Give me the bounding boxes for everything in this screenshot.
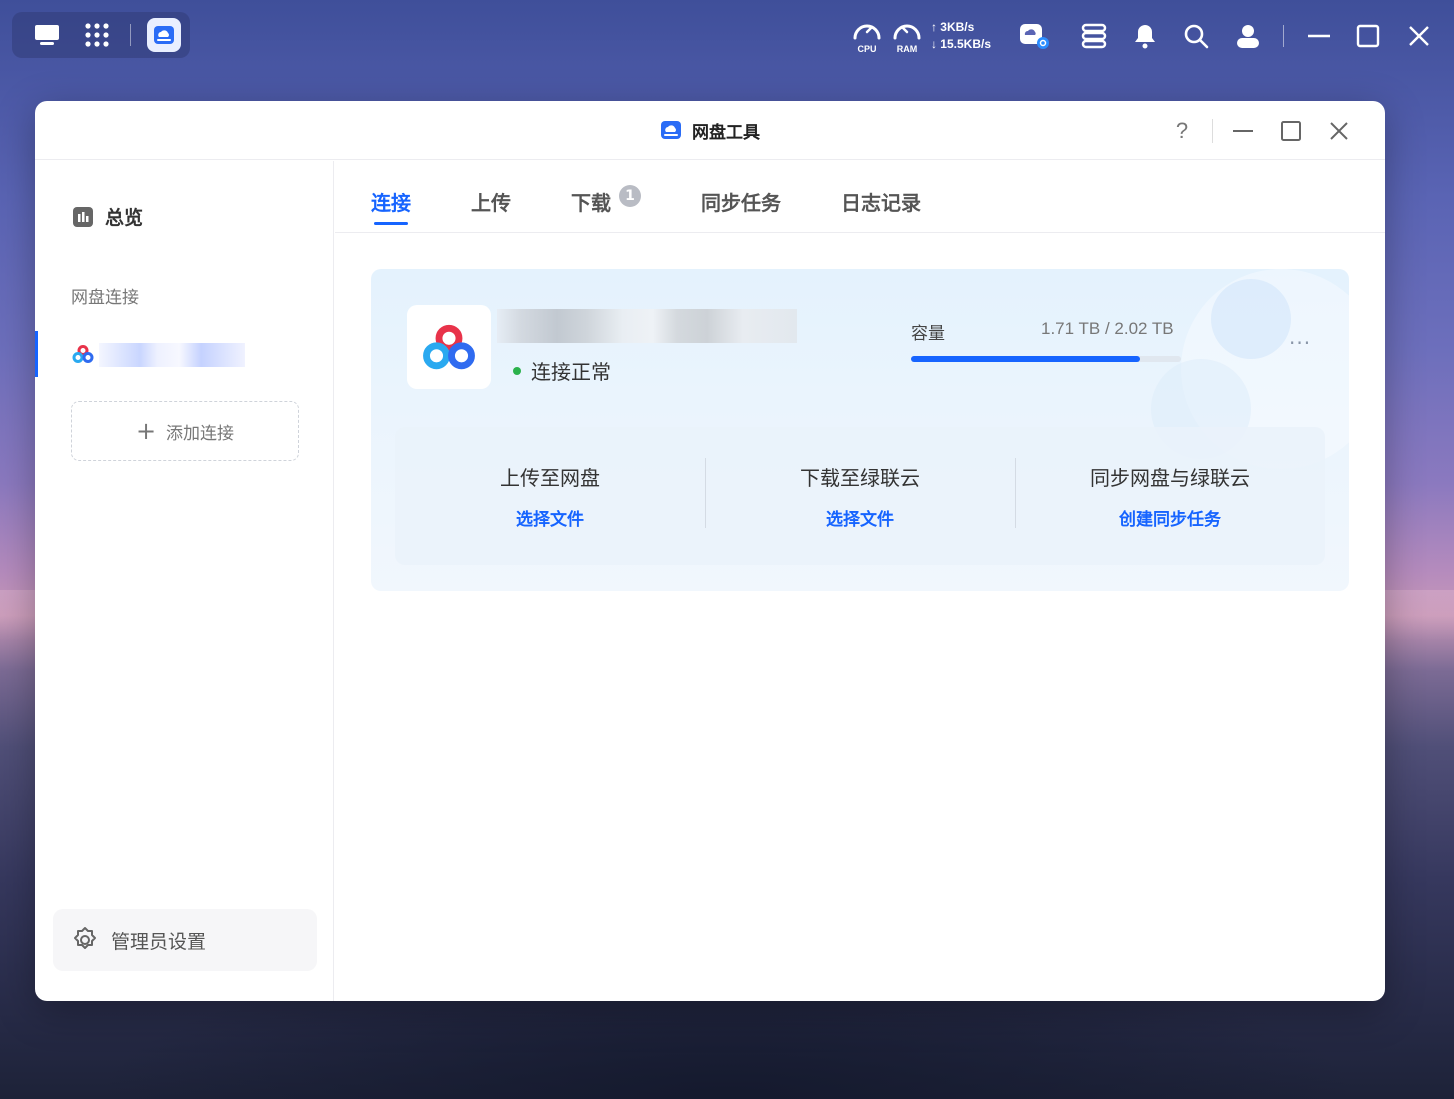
window-controls-divider [1212, 118, 1213, 143]
admin-settings-button[interactable]: 管理员设置 [53, 909, 317, 971]
tab-download[interactable]: 下载 1 [571, 161, 641, 233]
tray-divider [1283, 25, 1284, 47]
service-logo [407, 305, 491, 389]
close-icon [1409, 26, 1429, 46]
gear-icon [74, 927, 96, 949]
plus-icon: + [135, 417, 157, 445]
maximize-icon [1356, 24, 1380, 48]
maximize-button[interactable] [1267, 111, 1315, 151]
sidebar-item-overview[interactable]: 总览 [72, 203, 143, 230]
status-dot-icon [513, 366, 521, 375]
close-button[interactable] [1315, 111, 1363, 151]
storage-status-button[interactable] [1017, 21, 1051, 51]
tab-connect[interactable]: 连接 [371, 161, 411, 233]
baidu-netdisk-icon [72, 345, 94, 363]
desktop-minimize-button[interactable] [1306, 23, 1332, 49]
taskbar-launcher [12, 12, 190, 58]
connection-status: 连接正常 [513, 356, 611, 385]
close-icon [1330, 121, 1348, 140]
taskbar-app-cloud-drive[interactable] [139, 12, 189, 58]
capacity-bar-fill [911, 356, 1140, 362]
tab-sync-tasks[interactable]: 同步任务 [701, 161, 781, 233]
tab-label: 连接 [371, 191, 411, 215]
task-manager-button[interactable] [1081, 23, 1107, 49]
notifications-button[interactable] [1133, 23, 1157, 49]
status-text: 连接正常 [531, 360, 611, 384]
sidebar-item-label: 总览 [105, 207, 144, 229]
create-sync-task-link[interactable]: 创建同步任务 [1015, 505, 1325, 530]
user-account-button[interactable] [1235, 23, 1261, 49]
select-files-link[interactable]: 选择文件 [705, 505, 1015, 530]
network-speed[interactable]: ↑ 3KB/s ↓ 15.5KB/s [931, 19, 991, 53]
action-upload-to-cloud: 上传至网盘 选择文件 [395, 462, 705, 530]
desktop-icon [35, 25, 59, 45]
desktop-close-button[interactable] [1408, 25, 1430, 47]
tab-bar: 连接 上传 下载 1 同步任务 日志记录 [335, 161, 1385, 233]
masked-account-name [99, 343, 245, 367]
baidu-netdisk-icon [423, 324, 475, 370]
action-title: 下载至绿联云 [800, 466, 920, 490]
quick-actions: 上传至网盘 选择文件 下载至绿联云 选择文件 同步网盘与绿联云 创建同步任务 [395, 427, 1325, 565]
dashboard-icon [73, 206, 93, 227]
ram-gauge[interactable]: RAM [891, 18, 923, 54]
gauge-icon [893, 24, 921, 40]
launcher-divider [130, 24, 131, 46]
user-icon [1237, 25, 1259, 48]
main-panel: 连接 上传 下载 1 同步任务 日志记录 连接正常 容量 1.71 TB / 2… [335, 161, 1385, 1001]
section-heading: 网盘连接 [71, 288, 139, 308]
active-indicator [35, 331, 38, 377]
storage-icon [1020, 24, 1049, 49]
capacity-bar [911, 356, 1181, 362]
capacity-value: 1.71 TB / 2.02 TB [1041, 319, 1174, 338]
gauge-icon [853, 24, 881, 40]
server-list-icon [1081, 23, 1107, 49]
sidebar-item-connection[interactable] [35, 331, 333, 377]
system-tray: CPU RAM ↑ 3KB/s ↓ 15.5KB/s [843, 16, 1430, 56]
sidebar: 总览 网盘连接 + 添加连接 管理员设置 [35, 161, 334, 1001]
masked-account-name [497, 309, 797, 343]
tab-label: 同步任务 [701, 191, 781, 215]
minimize-icon [1233, 129, 1253, 132]
minimize-icon [1308, 34, 1330, 38]
tab-upload[interactable]: 上传 [471, 161, 511, 233]
connection-card: 连接正常 容量 1.71 TB / 2.02 TB ··· 上传至网盘 选择文件… [371, 269, 1349, 591]
search-icon [1184, 24, 1209, 49]
action-sync: 同步网盘与绿联云 创建同步任务 [1015, 458, 1325, 530]
cpu-label: CPU [857, 44, 877, 54]
grid-icon [85, 23, 109, 47]
cloud-drive-icon [154, 26, 174, 44]
help-button[interactable]: ? [1158, 111, 1206, 151]
capacity-label: 容量 [911, 324, 945, 344]
bell-icon [1135, 25, 1155, 49]
add-connection-button[interactable]: + 添加连接 [71, 401, 299, 461]
cloud-tools-window: 网盘工具 ? 总览 网盘连接 + 添加连接 管理员设置 连接 上传 下载 1 同… [35, 101, 1385, 1001]
tab-label: 日志记录 [841, 191, 921, 215]
action-download-to-nas: 下载至绿联云 选择文件 [705, 458, 1015, 530]
tab-logs[interactable]: 日志记录 [841, 161, 921, 233]
search-button[interactable] [1183, 23, 1209, 49]
ram-label: RAM [896, 44, 918, 54]
app-grid-button[interactable] [72, 12, 122, 58]
admin-settings-label: 管理员设置 [111, 930, 207, 953]
select-files-link[interactable]: 选择文件 [395, 505, 705, 530]
cpu-gauge[interactable]: CPU [851, 18, 883, 54]
desktop-maximize-button[interactable] [1356, 24, 1380, 48]
help-icon: ? [1175, 117, 1189, 143]
card-decoration [1211, 279, 1291, 359]
add-connection-label: 添加连接 [166, 423, 235, 444]
show-desktop-button[interactable] [22, 12, 72, 58]
upload-speed: ↑ 3KB/s [930, 20, 975, 34]
tab-label: 下载 [571, 191, 611, 215]
more-options-button[interactable]: ··· [1289, 331, 1311, 355]
window-titlebar[interactable]: 网盘工具 ? [35, 101, 1385, 160]
window-title: 网盘工具 [692, 122, 760, 143]
minimize-button[interactable] [1219, 111, 1267, 151]
cloud-drive-icon [661, 121, 681, 139]
maximize-icon [1281, 120, 1301, 141]
download-speed: ↓ 15.5KB/s [930, 37, 991, 51]
action-title: 同步网盘与绿联云 [1090, 466, 1250, 490]
action-title: 上传至网盘 [500, 466, 600, 490]
tab-label: 上传 [471, 191, 511, 215]
download-count-badge: 1 [619, 185, 641, 207]
